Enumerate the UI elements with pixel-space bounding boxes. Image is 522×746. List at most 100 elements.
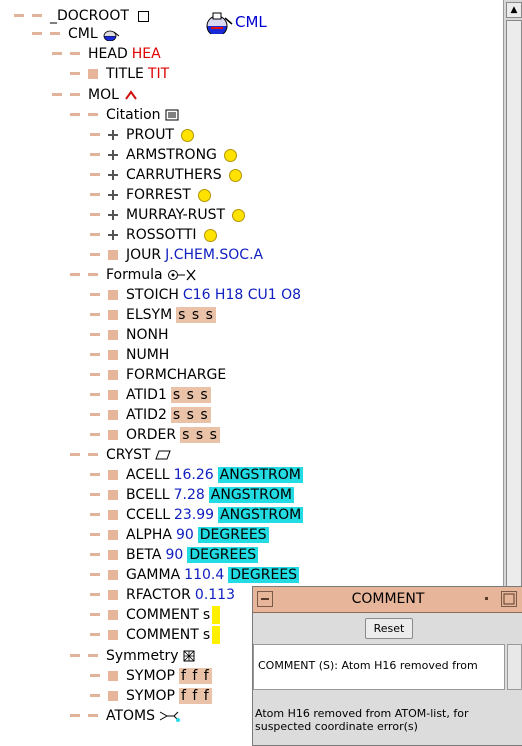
expand-minus-icon[interactable] — [90, 490, 100, 500]
comment-text-field[interactable]: COMMENT (S): Atom H16 removed from — [253, 644, 505, 690]
expand-minus-icon[interactable] — [90, 170, 100, 180]
tree-node-author[interactable]: ROSSOTTI — [90, 225, 217, 245]
expand-minus-icon[interactable] — [90, 630, 100, 640]
expand-minus-icon[interactable] — [90, 570, 100, 580]
expand-minus-icon[interactable] — [90, 691, 100, 701]
tree-node-cell[interactable]: BCELL 7.28 ANGSTROM — [90, 485, 294, 505]
tree-node-formcharge[interactable]: FORMCHARGE — [90, 365, 230, 385]
expand-minus-icon[interactable] — [88, 110, 98, 120]
expand-minus-icon[interactable] — [90, 470, 100, 480]
expand-minus-icon[interactable] — [90, 590, 100, 600]
expand-minus-icon[interactable] — [90, 210, 100, 220]
expand-minus-icon[interactable] — [90, 250, 100, 260]
expand-minus-icon[interactable] — [70, 651, 80, 661]
tree-node-title[interactable]: TITLE TIT — [70, 64, 169, 84]
tree-node-cell[interactable]: ACELL 16.26 ANGSTROM — [90, 465, 303, 485]
tree-node-symop[interactable]: SYMOP f f f — [90, 686, 212, 706]
tree-node-comment[interactable]: COMMENT s — [90, 605, 221, 625]
expand-plus-icon[interactable] — [108, 150, 118, 160]
expand-plus-icon[interactable] — [108, 230, 118, 240]
tree-node-atid2[interactable]: ATID2 s s s — [90, 405, 211, 425]
tree-node-rfactor[interactable]: RFACTOR 0.113 — [90, 585, 235, 605]
expand-minus-icon[interactable] — [90, 130, 100, 140]
expand-minus-icon[interactable] — [32, 11, 42, 21]
tree-node-cell[interactable]: ALPHA 90 DEGREES — [90, 525, 269, 545]
comment-window-titlebar[interactable]: COMMENT — [253, 587, 522, 613]
tree-node-author[interactable]: FORREST — [90, 185, 211, 205]
minimize-icon[interactable] — [479, 591, 495, 607]
node-value: s — [202, 627, 211, 643]
tree-node-nonh[interactable]: NONH — [90, 325, 173, 345]
tree-node-symop[interactable]: SYMOP f f f — [90, 666, 212, 686]
tree-node-author[interactable]: CARRUTHERS — [90, 165, 242, 185]
tree-node-cell[interactable]: GAMMA 110.4 DEGREES — [90, 565, 300, 585]
tree-node-docroot[interactable]: _DOCROOT — [14, 6, 149, 26]
tree-node-head[interactable]: HEAD HEA — [52, 44, 161, 64]
maximize-icon[interactable] — [501, 591, 517, 607]
expand-minus-icon[interactable] — [88, 270, 98, 280]
expand-minus-icon[interactable] — [90, 370, 100, 380]
expand-plus-icon[interactable] — [108, 190, 118, 200]
tree-node-symmetry[interactable]: Symmetry — [70, 646, 195, 666]
tree-node-atoms[interactable]: ATOMS — [70, 706, 181, 726]
tree-node-jour[interactable]: JOUR J.CHEM.SOC.A — [90, 245, 263, 265]
tree-node-stoich[interactable]: STOICH C16 H18 CU1 O8 — [90, 285, 301, 305]
expand-minus-icon[interactable] — [90, 430, 100, 440]
expand-minus-icon[interactable] — [32, 29, 42, 39]
tree-node-author[interactable]: MURRAY-RUST — [90, 205, 246, 225]
tree-node-author[interactable]: PROUT — [90, 125, 194, 145]
expand-minus-icon[interactable] — [88, 651, 98, 661]
expand-minus-icon[interactable] — [90, 390, 100, 400]
expand-minus-icon[interactable] — [90, 550, 100, 560]
expand-minus-icon[interactable] — [90, 671, 100, 681]
node-name: ORDER — [126, 427, 177, 443]
reset-button[interactable]: Reset — [365, 618, 413, 639]
expand-minus-icon[interactable] — [14, 11, 24, 21]
expand-minus-icon[interactable] — [90, 290, 100, 300]
expand-minus-icon[interactable] — [90, 230, 100, 240]
expand-minus-icon[interactable] — [70, 69, 80, 79]
tree-node-cell[interactable]: CCELL 23.99 ANGSTROM — [90, 505, 304, 525]
comment-field-scrollbar[interactable] — [507, 644, 522, 690]
expand-minus-icon[interactable] — [90, 330, 100, 340]
expand-plus-icon[interactable] — [108, 130, 118, 140]
window-menu-icon[interactable] — [257, 591, 273, 607]
expand-minus-icon[interactable] — [90, 510, 100, 520]
tree-node-citation[interactable]: Citation — [70, 105, 179, 125]
tree-node-formula[interactable]: Formula — [70, 265, 197, 285]
expand-minus-icon[interactable] — [90, 190, 100, 200]
expand-minus-icon[interactable] — [52, 49, 62, 59]
tree-node-elsym[interactable]: ELSYM s s s — [90, 305, 216, 325]
expand-minus-icon[interactable] — [90, 610, 100, 620]
expand-minus-icon[interactable] — [70, 90, 80, 100]
tree-node-cell[interactable]: BETA 90 DEGREES — [90, 545, 259, 565]
expand-minus-icon[interactable] — [70, 270, 80, 280]
expand-minus-icon[interactable] — [70, 711, 80, 721]
expand-minus-icon[interactable] — [90, 150, 100, 160]
expand-minus-icon[interactable] — [50, 29, 60, 39]
expand-minus-icon[interactable] — [90, 310, 100, 320]
tree-node-order[interactable]: ORDER s s s — [90, 425, 220, 445]
tree-node-cml[interactable]: CML — [32, 24, 120, 44]
comment-window[interactable]: COMMENT Reset COMMENT (S): Atom H16 remo… — [252, 586, 522, 746]
expand-minus-icon[interactable] — [90, 350, 100, 360]
tree-node-comment[interactable]: COMMENT s — [90, 625, 221, 645]
expand-minus-icon[interactable] — [70, 450, 80, 460]
expand-minus-icon[interactable] — [90, 530, 100, 540]
tree-node-atid1[interactable]: ATID1 s s s — [90, 385, 211, 405]
tree-node-author[interactable]: ARMSTRONG — [90, 145, 237, 165]
expand-minus-icon[interactable] — [88, 711, 98, 721]
expand-minus-icon[interactable] — [70, 49, 80, 59]
node-name: PROUT — [126, 127, 174, 143]
leaf-box-icon — [108, 510, 118, 520]
tree-node-mol[interactable]: MOL — [52, 85, 139, 105]
expand-minus-icon[interactable] — [70, 110, 80, 120]
tree-node-numh[interactable]: NUMH — [90, 345, 173, 365]
expand-plus-icon[interactable] — [108, 170, 118, 180]
scroll-up-arrow-icon[interactable]: ▲ — [506, 2, 522, 18]
expand-minus-icon[interactable] — [88, 450, 98, 460]
expand-plus-icon[interactable] — [108, 210, 118, 220]
expand-minus-icon[interactable] — [52, 90, 62, 100]
tree-node-cryst[interactable]: CRYST — [70, 445, 171, 465]
expand-minus-icon[interactable] — [90, 410, 100, 420]
